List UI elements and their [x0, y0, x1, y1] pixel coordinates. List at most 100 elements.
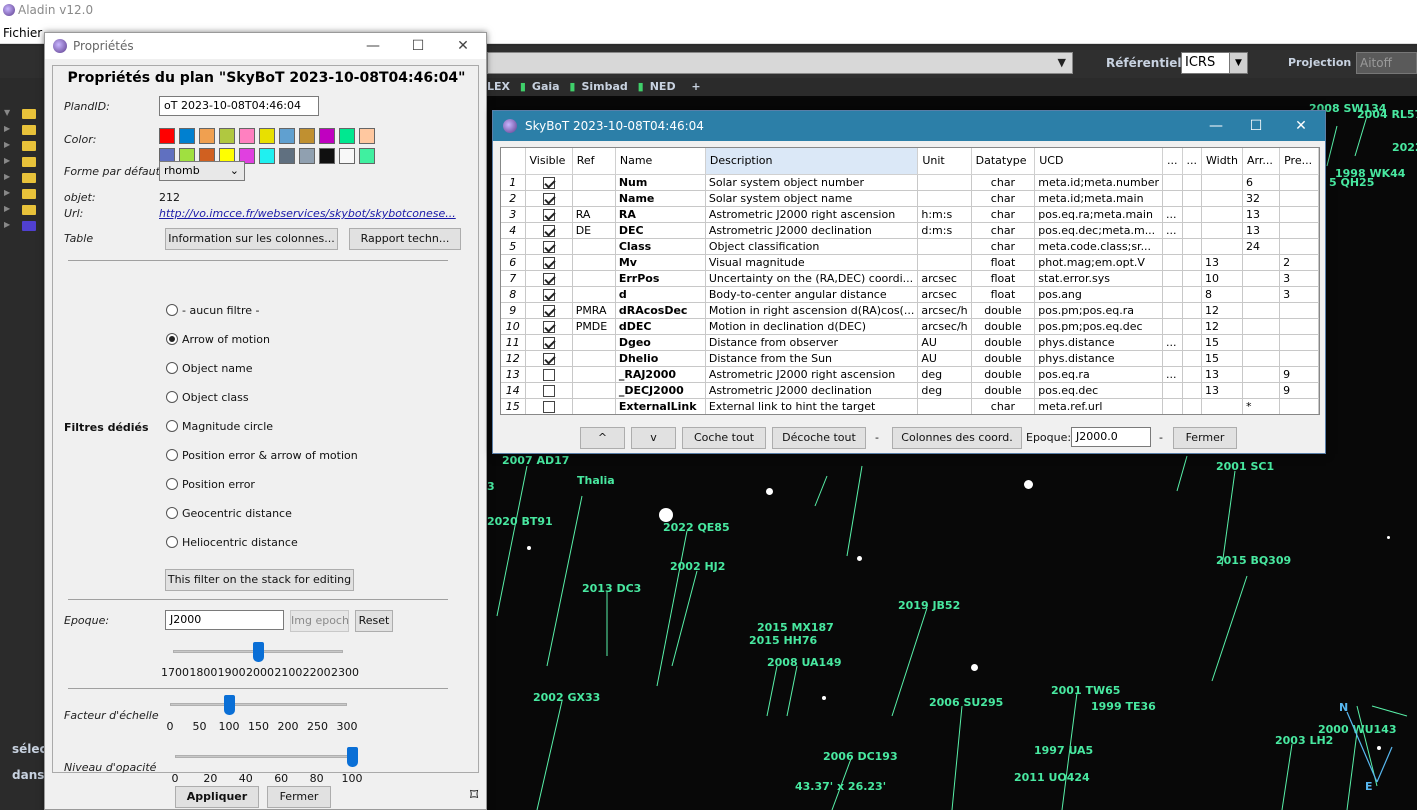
- projection-select[interactable]: Aitoff: [1356, 52, 1417, 74]
- move-down-button[interactable]: v: [631, 427, 676, 449]
- table-row[interactable]: 13 _RAJ2000 Astrometric J2000 right ascens…: [501, 366, 1319, 383]
- asteroid-label[interactable]: 2006 DC193: [823, 750, 898, 763]
- asteroid-label[interactable]: 2011 UO424: [1014, 771, 1090, 784]
- color-swatch[interactable]: [359, 148, 375, 164]
- color-swatch[interactable]: [339, 148, 355, 164]
- table-row[interactable]: 12 Dhelio Distance from the Sun AU double phy…: [501, 350, 1319, 367]
- color-swatch[interactable]: [339, 128, 355, 144]
- column-header[interactable]: Visible: [525, 148, 573, 175]
- location-field[interactable]: ▼: [487, 52, 1073, 74]
- asteroid-label[interactable]: 2002 GX33: [533, 691, 600, 704]
- color-swatch[interactable]: [259, 128, 275, 144]
- tree-row[interactable]: ▶: [4, 172, 44, 184]
- filter-radio[interactable]: Arrow of motion: [166, 333, 270, 346]
- visible-cell[interactable]: [525, 270, 573, 287]
- visible-checkbox[interactable]: [542, 352, 555, 365]
- visible-cell[interactable]: [525, 286, 573, 303]
- visible-checkbox[interactable]: [542, 384, 555, 397]
- visible-cell[interactable]: [525, 254, 573, 271]
- color-swatch[interactable]: [239, 128, 255, 144]
- visible-cell[interactable]: [525, 222, 573, 239]
- move-up-button[interactable]: ^: [580, 427, 625, 449]
- check-all-button[interactable]: Coche tout: [682, 427, 766, 449]
- color-swatch[interactable]: [299, 128, 315, 144]
- filter-radio[interactable]: Object class: [166, 391, 249, 404]
- column-header[interactable]: Description: [705, 148, 919, 175]
- filter-stack-button[interactable]: This filter on the stack for editing: [165, 569, 354, 591]
- chevron-right-icon[interactable]: ▶: [4, 140, 10, 149]
- asteroid-label[interactable]: 2022: [1392, 141, 1417, 154]
- uncheck-all-button[interactable]: Décoche tout: [772, 427, 866, 449]
- color-swatch[interactable]: [279, 148, 295, 164]
- visible-cell[interactable]: [525, 302, 573, 319]
- visible-cell[interactable]: [525, 238, 573, 255]
- close-button[interactable]: Fermer: [1173, 427, 1237, 449]
- visible-checkbox[interactable]: [542, 368, 555, 381]
- asteroid-label[interactable]: 2015 HH76: [749, 634, 817, 647]
- epoque-field[interactable]: J2000.0: [1071, 427, 1151, 447]
- tree-row[interactable]: ▼: [4, 108, 44, 120]
- slider-thumb[interactable]: [253, 642, 264, 662]
- filter-radio[interactable]: Object name: [166, 362, 253, 375]
- asteroid-label[interactable]: 1999 TE36: [1091, 700, 1156, 713]
- visible-checkbox[interactable]: [542, 400, 555, 413]
- column-header[interactable]: Arr...: [1242, 148, 1281, 175]
- visible-checkbox[interactable]: [542, 176, 555, 189]
- chevron-right-icon[interactable]: ▶: [4, 188, 10, 197]
- slider-track[interactable]: [170, 703, 347, 706]
- slider-thumb[interactable]: [224, 695, 235, 715]
- epoque-field[interactable]: J2000: [165, 610, 284, 630]
- visible-cell[interactable]: [525, 366, 573, 383]
- asteroid-label[interactable]: 2008 UA149: [767, 656, 842, 669]
- filter-radio[interactable]: - aucun filtre -: [166, 304, 259, 317]
- color-swatch[interactable]: [179, 128, 195, 144]
- tree-row[interactable]: ▶: [4, 204, 44, 216]
- visible-cell[interactable]: [525, 350, 573, 367]
- color-swatch[interactable]: [219, 128, 235, 144]
- chevron-right-icon[interactable]: ▶: [4, 156, 10, 165]
- column-header[interactable]: Name: [615, 148, 706, 175]
- asteroid-label[interactable]: 2020 BT91: [487, 515, 553, 528]
- table-row[interactable]: 4 DE DEC Astrometric J2000 declination d:m:s…: [501, 222, 1319, 239]
- visible-checkbox[interactable]: [542, 304, 555, 317]
- asteroid-label[interactable]: 2006 SU295: [929, 696, 1003, 709]
- visible-checkbox[interactable]: [542, 256, 555, 269]
- shortcut-gaia[interactable]: Gaia: [532, 80, 560, 93]
- asteroid-label[interactable]: 2019 JB52: [898, 599, 960, 612]
- planid-field[interactable]: oT 2023-10-08T04:46:04: [159, 96, 319, 116]
- table-row[interactable]: 7 ErrPos Uncertainty on the (RA,DEC) coord…: [501, 270, 1319, 287]
- maximize-icon[interactable]: ☐: [398, 35, 438, 57]
- asteroid-label[interactable]: 2004 RL57: [1357, 108, 1417, 121]
- asteroid-label[interactable]: 2001 SC1: [1216, 460, 1274, 473]
- minimize-icon[interactable]: —: [353, 35, 393, 57]
- filter-radio[interactable]: Magnitude circle: [166, 420, 273, 433]
- column-info-button[interactable]: Information sur les colonnes...: [165, 228, 338, 250]
- coord-columns-button[interactable]: Colonnes des coord.: [892, 427, 1022, 449]
- filter-radio[interactable]: Position error: [166, 478, 255, 491]
- img-epoch-button[interactable]: Img epoch: [290, 610, 349, 632]
- visible-cell[interactable]: [525, 334, 573, 351]
- column-header[interactable]: Pre...: [1279, 148, 1319, 175]
- visible-checkbox[interactable]: [542, 192, 555, 205]
- asteroid-label[interactable]: Thalia: [577, 474, 615, 487]
- filter-radio[interactable]: Position error & arrow of motion: [166, 449, 358, 462]
- bookmark-icon[interactable]: ⌑: [470, 785, 478, 804]
- asteroid-label[interactable]: 2015 MX187: [757, 621, 834, 634]
- table-row[interactable]: 1 Num Solar system object number char meta.i…: [501, 174, 1319, 191]
- shortcut-simbad[interactable]: Simbad: [581, 80, 627, 93]
- asteroid-label[interactable]: 1997 UA5: [1034, 744, 1093, 757]
- shortcut-lex[interactable]: LEX: [487, 80, 510, 93]
- tech-report-button[interactable]: Rapport techn...: [349, 228, 461, 250]
- chevron-right-icon[interactable]: ▶: [4, 204, 10, 213]
- apply-button[interactable]: Appliquer: [175, 786, 259, 808]
- color-swatch[interactable]: [299, 148, 315, 164]
- maximize-icon[interactable]: ☐: [1236, 115, 1276, 137]
- table-row[interactable]: 9 PMRA dRAcosDec Motion in right ascension …: [501, 302, 1319, 319]
- color-swatch[interactable]: [199, 128, 215, 144]
- visible-cell[interactable]: [525, 318, 573, 335]
- reset-button[interactable]: Reset: [355, 610, 393, 632]
- tree-row[interactable]: ▶: [4, 220, 44, 232]
- table-row[interactable]: 6 Mv Visual magnitude float phot.mag;em.opt.…: [501, 254, 1319, 271]
- table-row[interactable]: 2 Name Solar system object name char meta.id…: [501, 190, 1319, 207]
- referentiel-select[interactable]: ICRS ▼: [1181, 52, 1248, 74]
